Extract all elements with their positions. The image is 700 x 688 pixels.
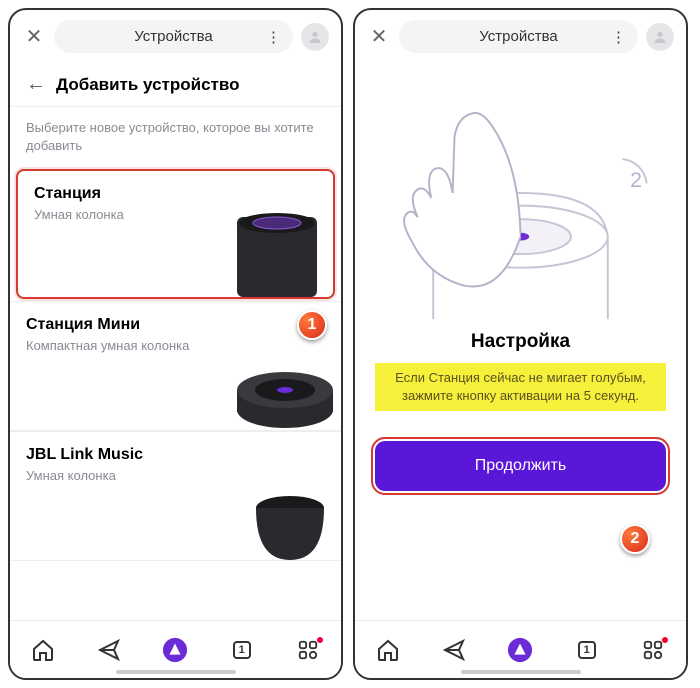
more-icon[interactable]: ⋮ — [611, 28, 626, 46]
tabs-icon[interactable]: 1 — [229, 637, 255, 663]
more-icon[interactable]: ⋮ — [266, 28, 281, 46]
device-image — [207, 197, 327, 297]
subheader-title: Добавить устройство — [56, 75, 239, 95]
avatar[interactable] — [646, 23, 674, 51]
device-desc: Умная колонка — [26, 468, 325, 483]
setup-title: Настройка — [471, 331, 570, 353]
setup-tip: Если Станция сейчас не мигает голубым, з… — [375, 363, 666, 411]
back-icon[interactable]: ← — [26, 73, 46, 96]
screen-add-device: ✕ Устройства ⋮ ← Добавить устройство Выб… — [8, 8, 343, 680]
tabs-icon[interactable]: 1 — [574, 637, 600, 663]
hint-text: Выберите новое устройство, которое вы хо… — [10, 107, 341, 167]
device-name: JBL Link Music — [26, 446, 325, 464]
home-indicator — [461, 670, 581, 674]
device-card-station[interactable]: Станция Умная колонка — [16, 169, 335, 299]
close-icon[interactable]: ✕ — [22, 24, 46, 49]
step-number: 2 — [630, 168, 642, 192]
illustration-press-button: 2 — [375, 63, 666, 323]
device-image — [225, 340, 335, 430]
device-name: Станция Мини — [26, 316, 325, 334]
home-indicator — [116, 670, 236, 674]
services-icon[interactable] — [295, 637, 321, 663]
send-icon[interactable] — [96, 637, 122, 663]
send-icon[interactable] — [441, 637, 467, 663]
title-pill[interactable]: Устройства ⋮ — [399, 20, 638, 53]
page-title: Устройства — [134, 28, 212, 45]
home-icon[interactable] — [375, 637, 401, 663]
avatar[interactable] — [301, 23, 329, 51]
annotation-badge-2: 2 — [620, 524, 650, 554]
home-icon[interactable] — [30, 637, 56, 663]
device-card-station-mini[interactable]: Станция Мини Компактная умная колонка — [10, 301, 341, 431]
page-title: Устройства — [479, 28, 557, 45]
device-card-jbl[interactable]: JBL Link Music Умная колонка — [10, 431, 341, 561]
subheader: ← Добавить устройство — [10, 63, 341, 107]
services-icon[interactable] — [640, 637, 666, 663]
top-bar: ✕ Устройства ⋮ — [355, 10, 686, 63]
annotation-badge-1: 1 — [297, 310, 327, 340]
alice-icon[interactable] — [162, 637, 188, 663]
close-icon[interactable]: ✕ — [367, 24, 391, 49]
continue-button[interactable]: Продолжить — [375, 441, 666, 491]
device-image — [245, 490, 335, 560]
title-pill[interactable]: Устройства ⋮ — [54, 20, 293, 53]
device-list: Станция Умная колонка Станция Мини Компа… — [10, 167, 341, 620]
screen-setup: ✕ Устройства ⋮ 2 Настройка Если Станция … — [353, 8, 688, 680]
top-bar: ✕ Устройства ⋮ — [10, 10, 341, 63]
alice-icon[interactable] — [507, 637, 533, 663]
